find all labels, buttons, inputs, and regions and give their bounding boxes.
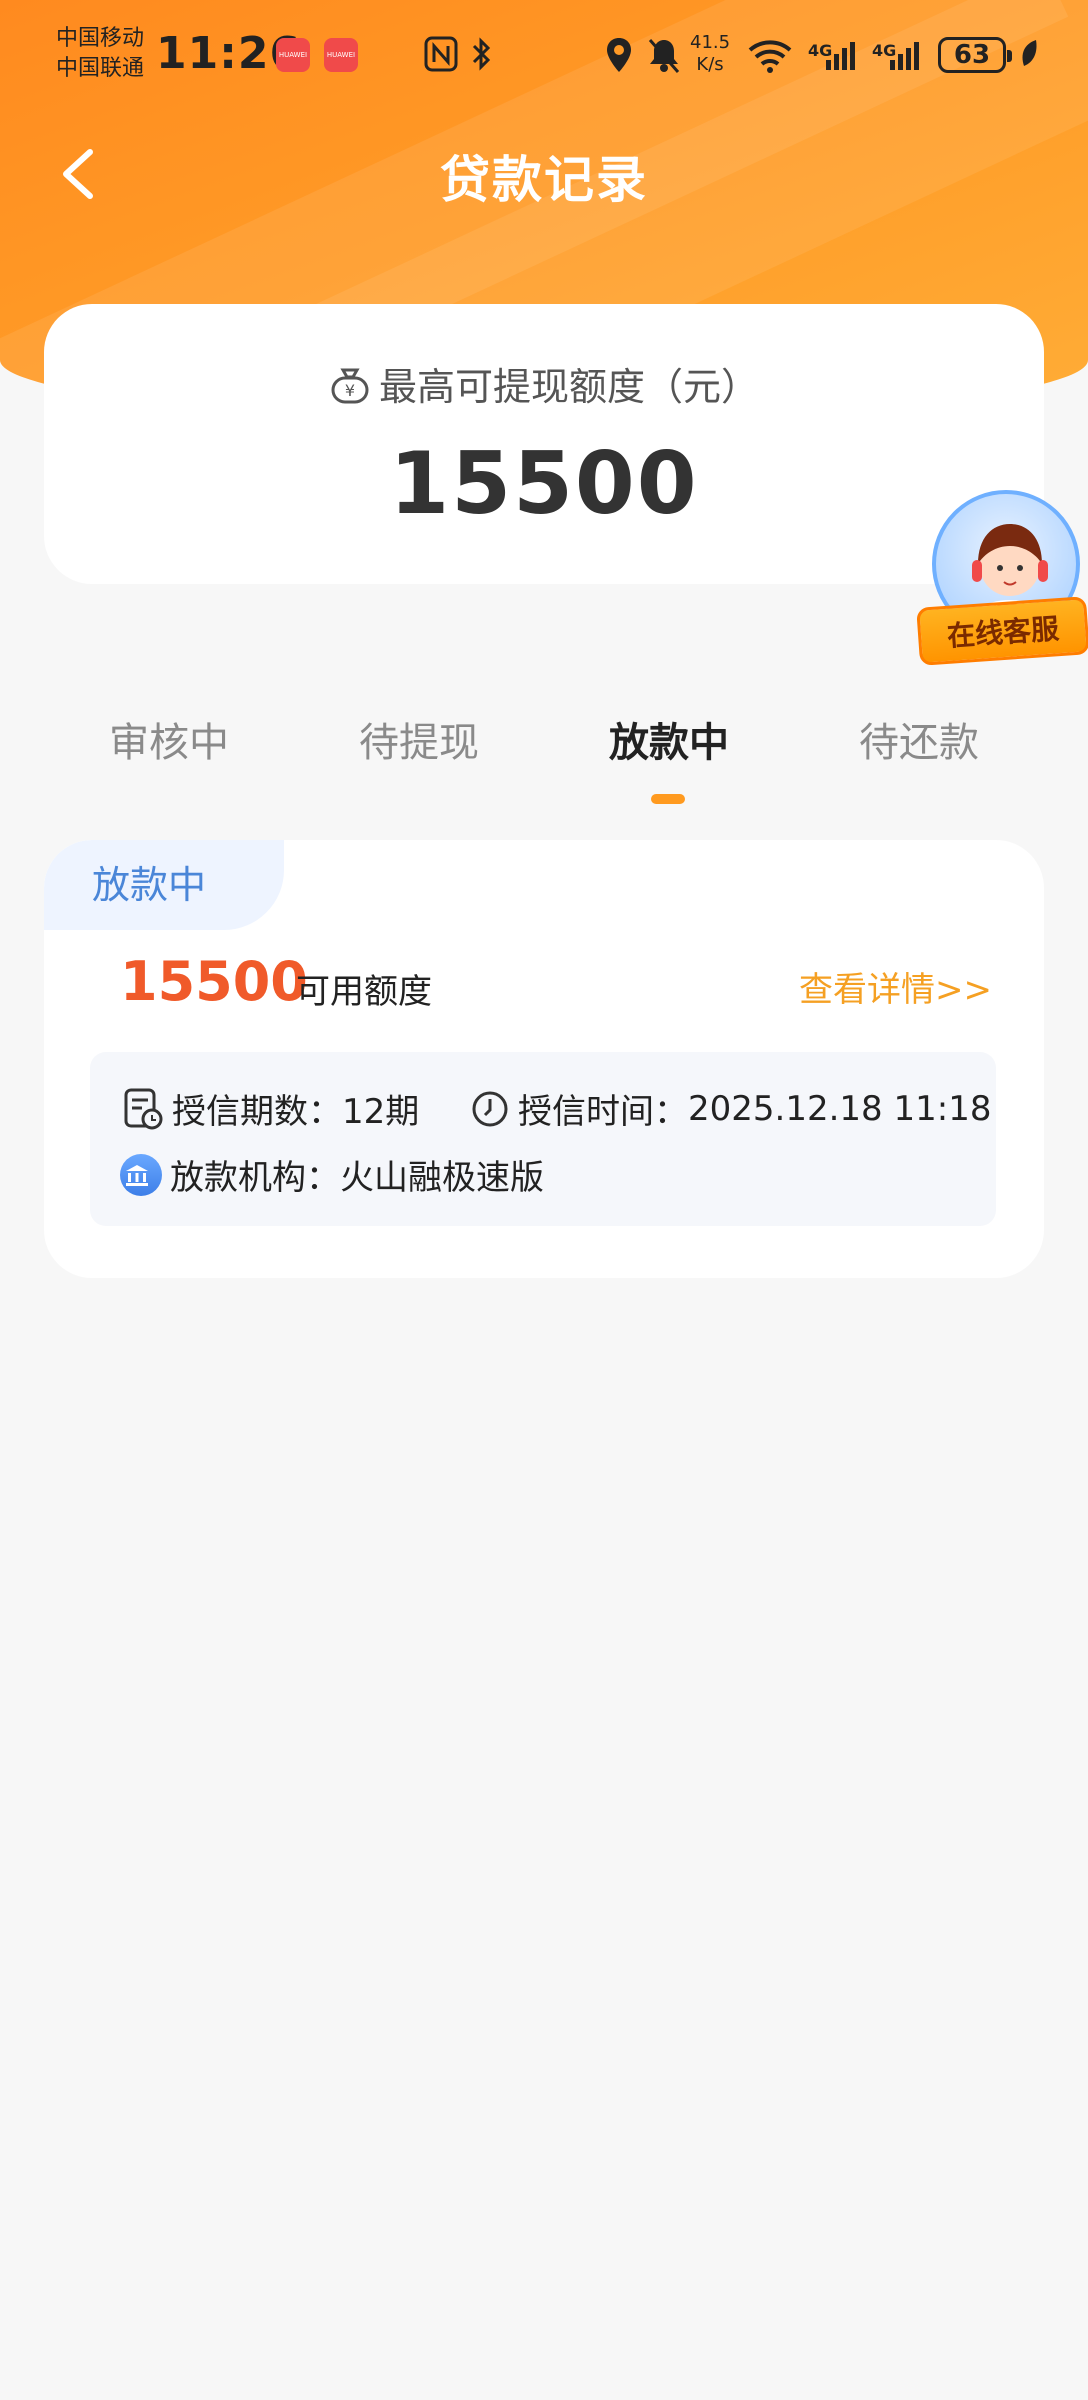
tab-under-review[interactable]: 审核中 [44,710,294,768]
document-clock-icon [124,1088,163,1129]
service-label: 在线客服 [916,596,1088,666]
status-badge: 放款中 [44,840,284,930]
clock-icon [472,1091,508,1126]
quota-label: 最高可提现额度（元） [378,365,759,409]
record-amount: 15500 [120,950,308,1013]
lender-row: 放款机构： 火山融极速版 [120,1150,544,1199]
term-row: 授信期数： 12期 [122,1084,419,1133]
signal-4g-icon-1: 4G [808,36,860,88]
tab-pending-repayment[interactable]: 待还款 [794,710,1044,768]
time-value: 2025.12.18 11:18 [688,1088,992,1129]
bank-icon [120,1153,162,1196]
mute-bell-icon [646,36,682,82]
location-icon [604,36,634,82]
status-tabs: 审核中 待提现 放款中 待还款 [0,700,1088,810]
page-title: 贷款记录 [440,151,648,209]
quota-label-row: ¥ 最高可提现额度（元） [44,356,1044,415]
active-tab-indicator [651,794,685,804]
lender-label: 放款机构： [170,1158,340,1198]
battery-indicator: 63 [938,37,1012,73]
online-service-button[interactable]: 在线客服 [916,490,1088,670]
status-bar: 中国移动 中国联通 11:26 HUAWEI HUAWEI 41.5 K/s 4… [0,0,1088,110]
svg-text:¥: ¥ [345,381,355,400]
tab-disbursing[interactable]: 放款中 [544,710,794,768]
wifi-icon [748,36,792,82]
nfc-icon [424,36,458,80]
record-amount-label: 可用额度 [296,972,432,1012]
quota-card: ¥ 最高可提现额度（元） 15500 [44,304,1044,584]
carrier-info: 中国移动 中国联通 [56,24,144,84]
carrier-1: 中国移动 [56,26,145,51]
quota-value: 15500 [389,434,699,534]
bluetooth-icon [470,36,494,80]
huawei-app-icon: HUAWEI [276,38,310,72]
money-bag-icon: ¥ [329,366,371,415]
time-label: 授信时间： [518,1092,688,1132]
time-row: 授信时间： 2025.12.18 11:18 [470,1084,991,1133]
term-label: 授信期数： [172,1092,342,1132]
record-info-box: 授信期数： 12期 授信时间： 2025.12.18 11:18 放款机构： 火山融极… [90,1052,996,1226]
carrier-2: 中国联通 [56,56,145,81]
leaf-icon [1018,36,1040,80]
huawei-app-icon: HUAWEI [324,38,358,72]
network-speed: 41.5 K/s [690,32,731,75]
lender-value: 火山融极速版 [340,1158,544,1198]
tab-pending-withdrawal[interactable]: 待提现 [294,710,544,768]
term-value: 12期 [342,1092,420,1132]
view-details-link[interactable]: 查看详情>> [799,962,992,1011]
signal-4g-icon-2: 4G [872,36,924,88]
loan-record-card[interactable]: 放款中 15500 可用额度 查看详情>> 授信期数： 12期 授信时间： 2025… [44,840,1044,1278]
